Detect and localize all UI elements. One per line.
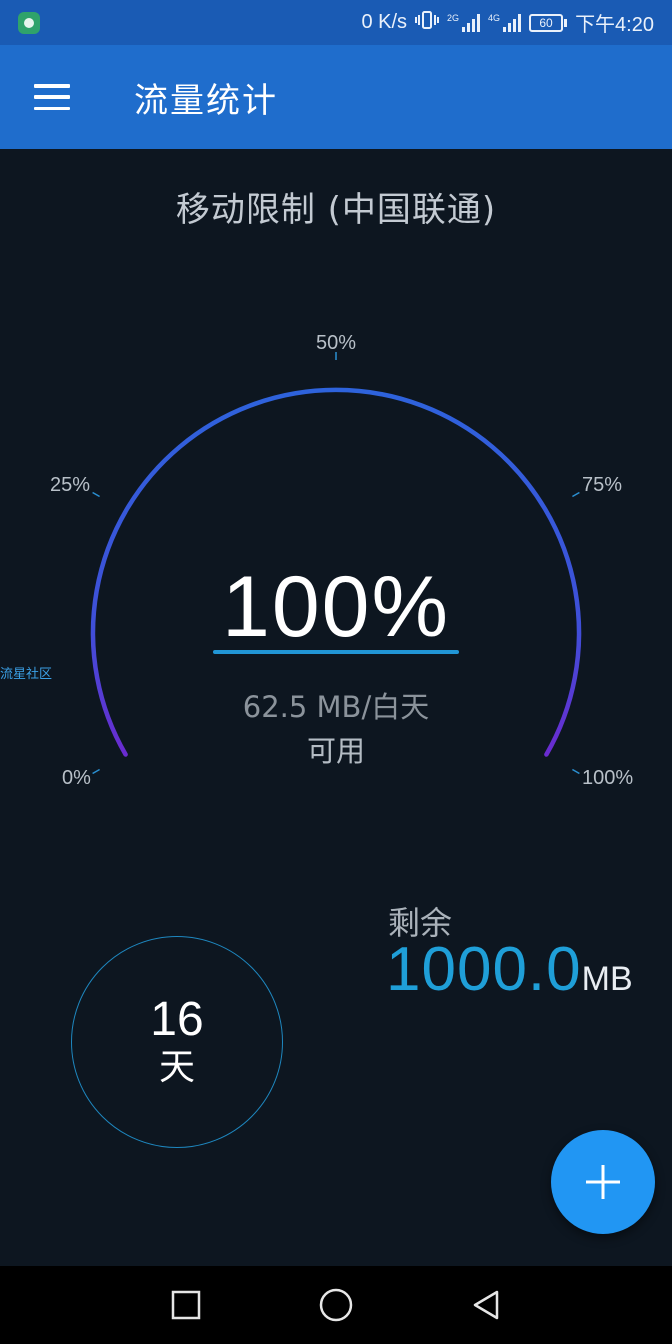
tick-label-75: 75%	[582, 474, 623, 496]
days-unit: 天	[158, 1047, 195, 1088]
back-triangle-icon	[473, 1290, 499, 1320]
add-button[interactable]	[551, 1130, 655, 1234]
gauge-tick-mark	[572, 491, 580, 498]
recent-apps-square-icon	[171, 1290, 201, 1320]
remaining-value: 1000.0MB	[386, 934, 654, 1005]
remaining-unit: MB	[581, 960, 633, 998]
days-remaining-circle: 16 天	[71, 936, 283, 1148]
usage-percent: 100%	[222, 559, 450, 655]
days-value: 16	[150, 993, 204, 1046]
available-label: 可用	[306, 734, 365, 768]
side-link[interactable]: 流星社区	[0, 663, 52, 682]
system-nav-bar	[0, 1266, 672, 1344]
percent-underline	[213, 650, 459, 654]
remaining-amount: 1000.0	[386, 935, 582, 1004]
gauge-tick-mark	[92, 491, 100, 498]
gauge-tick-mark	[92, 768, 100, 775]
plus-icon	[586, 1165, 620, 1199]
tick-label-25: 25%	[50, 474, 91, 496]
back-button[interactable]	[460, 1279, 512, 1331]
recent-apps-button[interactable]	[160, 1279, 212, 1331]
tick-label-0: 0%	[62, 767, 91, 789]
daily-allowance: 62.5 MB/白天	[242, 690, 430, 724]
gauge-tick-mark	[572, 768, 580, 775]
home-button[interactable]	[310, 1279, 362, 1331]
tick-label-50: 50%	[316, 332, 357, 354]
tick-label-100: 100%	[582, 767, 634, 789]
home-circle-icon	[319, 1288, 353, 1322]
